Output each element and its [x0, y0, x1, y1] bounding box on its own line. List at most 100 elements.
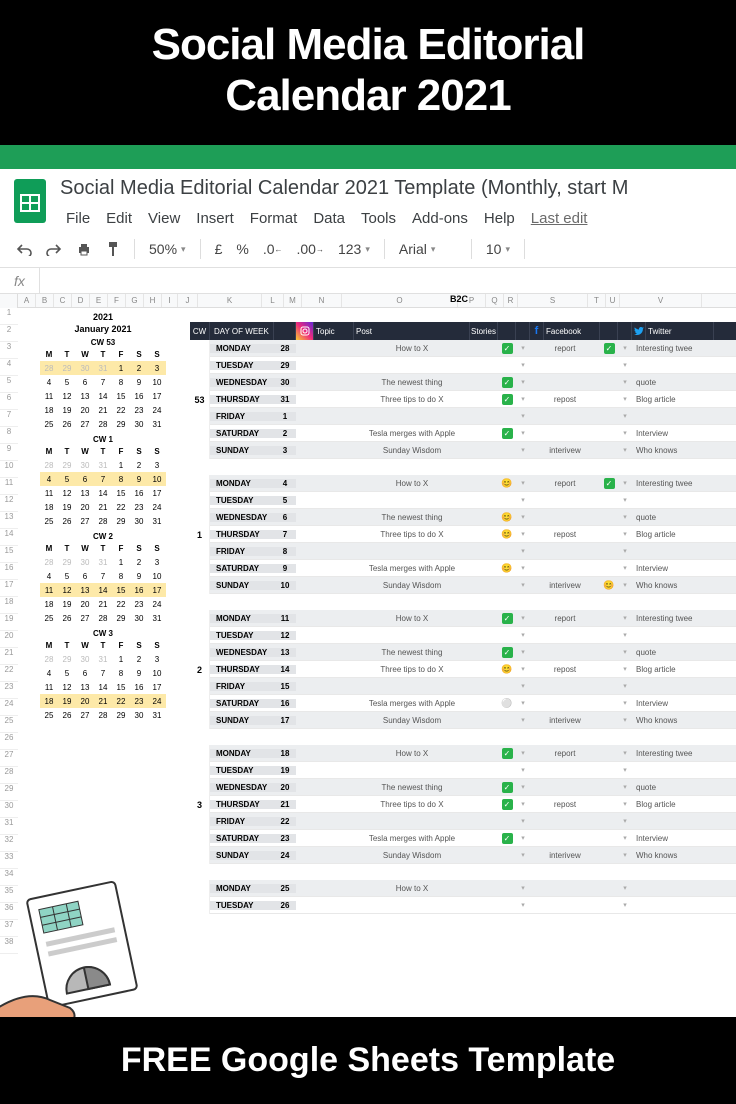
dropdown-icon[interactable]: ▾ — [618, 446, 632, 454]
mini-calendar[interactable]: MTWTFSS282930311234567891011121314151617… — [40, 444, 166, 528]
tw-cell[interactable]: Blog article — [632, 395, 714, 404]
dropdown-icon[interactable]: ▾ — [516, 446, 530, 454]
fb-cell[interactable]: interivew — [530, 581, 600, 590]
post-cell[interactable]: Three tips to do X — [354, 395, 470, 404]
tw-cell[interactable]: Interview — [632, 834, 714, 843]
tw-cell[interactable]: Who knows — [632, 581, 714, 590]
tw-cell[interactable]: Interview — [632, 564, 714, 573]
status-check[interactable]: 😊 — [498, 478, 516, 489]
number-format-button[interactable]: 123 — [332, 237, 376, 261]
post-cell[interactable]: Sunday Wisdom — [354, 446, 470, 455]
undo-button[interactable] — [10, 238, 38, 260]
dropdown-icon[interactable]: ▾ — [516, 429, 530, 437]
content-row[interactable]: TUESDAY26▾▾ — [210, 897, 736, 914]
fb-cell[interactable]: report — [530, 344, 600, 353]
dropdown-icon[interactable]: ▾ — [618, 648, 632, 656]
mini-calendar[interactable]: MTWTFSS282930311234567891011121314151617… — [40, 347, 166, 431]
content-row[interactable]: FRIDAY1▾▾ — [210, 408, 736, 425]
menu-format[interactable]: Format — [244, 206, 304, 231]
content-row[interactable]: FRIDAY15▾▾ — [210, 678, 736, 695]
post-cell[interactable]: Three tips to do X — [354, 530, 470, 539]
dropdown-icon[interactable]: ▾ — [516, 530, 530, 538]
font-select[interactable]: Arial — [393, 237, 463, 261]
post-cell[interactable]: How to X — [354, 749, 470, 758]
status-check[interactable]: ⚪ — [498, 698, 516, 709]
post-cell[interactable]: Tesla merges with Apple — [354, 699, 470, 708]
dropdown-icon[interactable]: ▾ — [516, 564, 530, 572]
dropdown-icon[interactable]: ▾ — [516, 851, 530, 859]
dropdown-icon[interactable]: ▾ — [618, 665, 632, 673]
status-check[interactable]: ✓ — [498, 613, 516, 624]
dropdown-icon[interactable]: ▾ — [618, 581, 632, 589]
dropdown-icon[interactable]: ▾ — [618, 682, 632, 690]
dropdown-icon[interactable]: ▾ — [516, 614, 530, 622]
dropdown-icon[interactable]: ▾ — [516, 378, 530, 386]
tw-cell[interactable]: quote — [632, 513, 714, 522]
fb-cell[interactable]: repost — [530, 665, 600, 674]
dropdown-icon[interactable]: ▾ — [516, 496, 530, 504]
content-row[interactable]: SATURDAY23Tesla merges with Apple✓▾▾Inte… — [210, 830, 736, 847]
decrease-decimal-button[interactable]: .0← — [257, 237, 289, 261]
row-headers[interactable]: 1234567891011121314151617181920212223242… — [0, 308, 18, 954]
dropdown-icon[interactable]: ▾ — [516, 648, 530, 656]
dropdown-icon[interactable]: ▾ — [516, 395, 530, 403]
status-check[interactable]: ✓ — [498, 833, 516, 844]
dropdown-icon[interactable]: ▾ — [618, 564, 632, 572]
zoom-select[interactable]: 50% — [143, 237, 192, 261]
status-check[interactable]: ✓ — [498, 748, 516, 759]
percent-button[interactable]: % — [230, 237, 254, 261]
dropdown-icon[interactable]: ▾ — [516, 631, 530, 639]
dropdown-icon[interactable]: ▾ — [516, 361, 530, 369]
content-row[interactable]: MONDAY4How to X😊▾report✓▾Interesting twe… — [210, 475, 736, 492]
dropdown-icon[interactable]: ▾ — [618, 479, 632, 487]
mini-calendar[interactable]: MTWTFSS282930311234567891011121314151617… — [40, 638, 166, 722]
status-check[interactable]: ✓ — [498, 782, 516, 793]
tw-cell[interactable]: Who knows — [632, 716, 714, 725]
tw-cell[interactable]: quote — [632, 648, 714, 657]
content-row[interactable]: THURSDAY14Three tips to do X😊▾repost▾Blo… — [210, 661, 736, 678]
status-check[interactable]: ✓ — [498, 799, 516, 810]
paint-format-button[interactable] — [100, 237, 126, 261]
post-cell[interactable]: Tesla merges with Apple — [354, 429, 470, 438]
dropdown-icon[interactable]: ▾ — [516, 716, 530, 724]
post-cell[interactable]: Three tips to do X — [354, 800, 470, 809]
dropdown-icon[interactable]: ▾ — [516, 682, 530, 690]
content-row[interactable]: TUESDAY5▾▾ — [210, 492, 736, 509]
content-row[interactable]: MONDAY28How to X✓▾report✓▾Interesting tw… — [210, 340, 736, 357]
dropdown-icon[interactable]: ▾ — [618, 547, 632, 555]
menu-view[interactable]: View — [142, 206, 186, 231]
status-check[interactable]: ✓ — [498, 428, 516, 439]
dropdown-icon[interactable]: ▾ — [618, 884, 632, 892]
dropdown-icon[interactable]: ▾ — [516, 547, 530, 555]
content-row[interactable]: SUNDAY3Sunday Wisdom▾interivew▾Who knows — [210, 442, 736, 459]
status-check[interactable]: ✓ — [498, 394, 516, 405]
content-row[interactable]: SUNDAY24Sunday Wisdom▾interivew▾Who know… — [210, 847, 736, 864]
post-cell[interactable]: The newest thing — [354, 378, 470, 387]
dropdown-icon[interactable]: ▾ — [618, 766, 632, 774]
dropdown-icon[interactable]: ▾ — [516, 884, 530, 892]
dropdown-icon[interactable]: ▾ — [618, 749, 632, 757]
content-row[interactable]: MONDAY11How to X✓▾report▾Interesting twe… — [210, 610, 736, 627]
tw-cell[interactable]: Interesting twee — [632, 344, 714, 353]
dropdown-icon[interactable]: ▾ — [618, 429, 632, 437]
tw-cell[interactable]: Who knows — [632, 851, 714, 860]
content-row[interactable]: WEDNESDAY13The newest thing✓▾▾quote — [210, 644, 736, 661]
dropdown-icon[interactable]: ▾ — [516, 412, 530, 420]
post-cell[interactable]: The newest thing — [354, 783, 470, 792]
menu-help[interactable]: Help — [478, 206, 521, 231]
status-check[interactable]: 😊 — [498, 529, 516, 540]
mini-calendar[interactable]: MTWTFSS282930311234567891011121314151617… — [40, 541, 166, 625]
tw-cell[interactable]: quote — [632, 378, 714, 387]
document-title[interactable]: Social Media Editorial Calendar 2021 Tem… — [60, 177, 724, 200]
dropdown-icon[interactable]: ▾ — [618, 496, 632, 504]
dropdown-icon[interactable]: ▾ — [516, 479, 530, 487]
status-check[interactable]: 😊 — [498, 664, 516, 675]
tw-cell[interactable]: Interview — [632, 429, 714, 438]
content-row[interactable]: SATURDAY16Tesla merges with Apple⚪▾▾Inte… — [210, 695, 736, 712]
redo-button[interactable] — [40, 238, 68, 260]
menu-insert[interactable]: Insert — [190, 206, 240, 231]
content-row[interactable]: TUESDAY19▾▾ — [210, 762, 736, 779]
post-cell[interactable]: Sunday Wisdom — [354, 581, 470, 590]
print-button[interactable] — [70, 238, 98, 260]
fb-cell[interactable]: repost — [530, 395, 600, 404]
